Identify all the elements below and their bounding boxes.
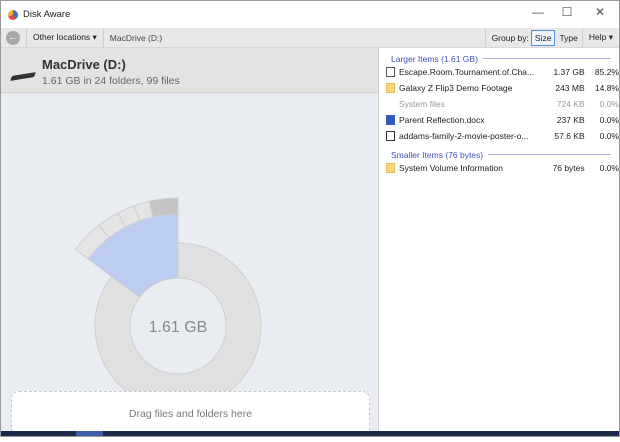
item-percent: 14.8% — [594, 83, 619, 93]
item-percent: 85.2% — [594, 67, 619, 77]
group-label: Smaller Items (76 bytes) — [391, 149, 484, 160]
usage-donut-chart[interactable]: 1.61 GB — [1, 93, 379, 393]
item-size: 57.6 KB — [554, 131, 585, 141]
word-file-icon — [386, 115, 395, 125]
list-item[interactable]: Escape.Room.Tournament.of.Cha... 1.37 GB… — [380, 64, 619, 80]
smaller-items-header: Smaller Items (76 bytes) — [380, 144, 619, 160]
item-name: System files — [399, 99, 445, 109]
taskbar-active-item[interactable] — [76, 431, 103, 436]
item-size: 1.37 GB — [553, 67, 585, 77]
larger-items-header: Larger Items (1.61 GB) — [380, 48, 619, 64]
drive-header: MacDrive (D:) 1.61 GB in 24 folders, 99 … — [1, 48, 378, 93]
other-locations-dropdown[interactable]: Other locations ▾ — [27, 32, 103, 43]
list-item[interactable]: addams-family-2-movie-poster-o... 57.6 K… — [380, 128, 619, 144]
group-by-label: Group by: — [491, 32, 529, 43]
items-list: Larger Items (1.61 GB) Escape.Room.Tourn… — [380, 48, 619, 436]
group-by-size-button[interactable]: Size — [530, 29, 556, 46]
list-item[interactable]: System files 724 KB 0.0% — [380, 96, 619, 112]
drive-name: MacDrive (D:) — [42, 57, 126, 72]
drive-icon — [10, 72, 36, 81]
item-size: 243 MB — [555, 83, 585, 93]
taskbar — [1, 431, 619, 436]
item-name: Escape.Room.Tournament.of.Cha... — [399, 67, 535, 77]
item-size: 724 KB — [556, 99, 585, 109]
item-size: 76 bytes — [552, 163, 585, 173]
item-percent: 0.0% — [599, 131, 619, 141]
chart-panel: MacDrive (D:) 1.61 GB in 24 folders, 99 … — [1, 48, 379, 436]
divider — [488, 154, 611, 155]
list-item[interactable]: Galaxy Z Flip3 Demo Footage 243 MB 14.8% — [380, 80, 619, 96]
toolbar: ← Other locations ▾ MacDrive (D:) Group … — [1, 27, 619, 48]
minimize-button[interactable]: — — [528, 5, 548, 19]
total-size-label: 1.61 GB — [149, 319, 208, 336]
blank-icon — [386, 99, 395, 109]
breadcrumb-path[interactable]: MacDrive (D:) — [104, 33, 168, 43]
item-percent: 0.0% — [599, 115, 619, 125]
drop-zone[interactable]: Drag files and folders here — [11, 391, 370, 436]
group-by-type-button[interactable]: Type — [555, 33, 581, 43]
image-file-icon — [386, 131, 395, 141]
app-window: Disk Aware — ☐ ✕ ← Other locations ▾ Mac… — [0, 0, 620, 437]
item-name: Parent Reflection.docx — [399, 115, 485, 125]
drive-summary: 1.61 GB in 24 folders, 99 files — [42, 75, 180, 87]
list-item[interactable]: Parent Reflection.docx 237 KB 0.0% — [380, 112, 619, 128]
divider — [482, 58, 611, 59]
item-name: System Volume Information — [399, 163, 503, 173]
item-name: addams-family-2-movie-poster-o... — [399, 131, 529, 141]
close-button[interactable]: ✕ — [590, 5, 610, 19]
maximize-button[interactable]: ☐ — [557, 5, 577, 19]
item-size: 237 KB — [556, 115, 585, 125]
subfolder-segment-0[interactable] — [148, 197, 179, 218]
video-file-icon — [386, 67, 395, 77]
list-item[interactable]: System Volume Information 76 bytes 0.0% — [380, 160, 619, 176]
app-logo-icon — [8, 9, 18, 20]
window-title: Disk Aware — [23, 9, 71, 20]
back-arrow-icon[interactable]: ← — [6, 30, 20, 45]
folder-icon — [386, 83, 395, 93]
item-percent: 0.0% — [599, 99, 619, 109]
item-percent: 0.0% — [599, 163, 619, 173]
folder-icon — [386, 163, 395, 173]
group-label: Larger Items (1.61 GB) — [391, 53, 478, 64]
title-bar: Disk Aware — ☐ ✕ — [1, 1, 619, 28]
item-name: Galaxy Z Flip3 Demo Footage — [399, 83, 513, 93]
help-menu[interactable]: Help ▾ — [583, 32, 619, 43]
